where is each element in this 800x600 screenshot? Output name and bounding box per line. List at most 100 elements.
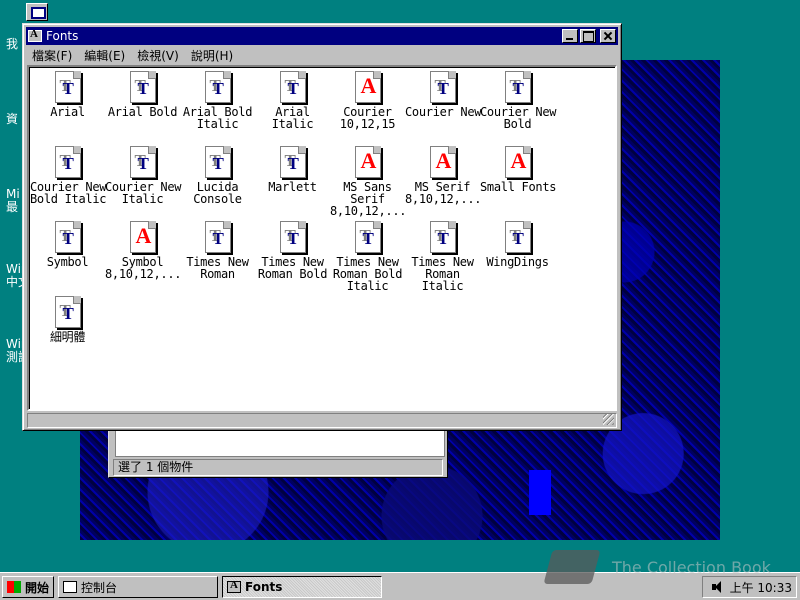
start-label: 開始 bbox=[25, 580, 50, 595]
title-bar[interactable]: Fonts bbox=[26, 27, 618, 45]
menu-bar: 檔案(F) 編輯(E) 檢視(V) 說明(H) bbox=[26, 46, 618, 64]
font-file-item[interactable]: T Times New Roman Italic bbox=[405, 221, 480, 292]
font-glyph: A bbox=[135, 223, 152, 248]
font-file-label: Courier 10,12,15 bbox=[339, 105, 396, 131]
window-title: Fonts bbox=[46, 29, 79, 43]
font-glyph: T bbox=[137, 79, 149, 98]
font-glyph: T bbox=[62, 154, 74, 173]
font-file-label: Courier New Bold Italic bbox=[30, 180, 107, 206]
truetype-font-icon: T bbox=[429, 71, 456, 103]
font-file-item[interactable]: T WingDings bbox=[480, 221, 555, 268]
font-file-item[interactable]: A Courier 10,12,15 bbox=[330, 71, 405, 130]
font-file-item[interactable]: A Symbol 8,10,12,... bbox=[105, 221, 182, 281]
truetype-font-icon: T bbox=[354, 221, 381, 253]
font-glyph: T bbox=[212, 79, 224, 98]
font-file-item[interactable]: T Arial Italic bbox=[255, 71, 330, 130]
resize-grip-icon[interactable] bbox=[603, 414, 614, 425]
truetype-font-icon: T bbox=[129, 71, 156, 103]
font-file-item[interactable]: T Times New Roman bbox=[180, 221, 255, 280]
font-file-label: Lucida Console bbox=[193, 180, 242, 206]
truetype-font-icon: T bbox=[429, 221, 456, 253]
font-glyph: T bbox=[62, 304, 74, 323]
taskbar: 開始 控制台 Fonts 上午 10:33 bbox=[0, 572, 800, 600]
raster-font-icon: A bbox=[354, 146, 381, 178]
speaker-icon[interactable] bbox=[711, 581, 722, 593]
taskbar-button-label: Fonts bbox=[245, 580, 283, 594]
raster-font-icon: A bbox=[429, 146, 456, 178]
font-file-item[interactable]: T Courier New Italic bbox=[105, 146, 182, 206]
truetype-font-icon: T bbox=[504, 71, 531, 103]
menu-file[interactable]: 檔案(F) bbox=[26, 47, 78, 64]
font-file-label: Courier New Italic bbox=[105, 180, 182, 206]
font-file-label: Arial Bold bbox=[107, 105, 178, 119]
font-file-label: Symbol 8,10,12,... bbox=[105, 255, 182, 281]
font-file-label: Courier New Bold bbox=[480, 105, 557, 131]
start-button[interactable]: 開始 bbox=[2, 576, 54, 598]
font-file-item[interactable]: A MS Serif 8,10,12,... bbox=[405, 146, 481, 205]
menu-edit[interactable]: 編輯(E) bbox=[78, 47, 131, 64]
truetype-font-icon: T bbox=[54, 296, 81, 328]
fonts-folder-icon[interactable] bbox=[28, 28, 42, 42]
font-file-item[interactable]: T Times New Roman Bold bbox=[255, 221, 330, 280]
raster-font-icon: A bbox=[129, 221, 156, 253]
truetype-font-icon: T bbox=[54, 71, 81, 103]
font-glyph: T bbox=[287, 79, 299, 98]
desktop-icon[interactable] bbox=[26, 3, 48, 21]
taskbar-button-fonts[interactable]: Fonts bbox=[222, 576, 382, 598]
font-glyph: A bbox=[510, 148, 527, 173]
truetype-font-icon: T bbox=[204, 146, 231, 178]
font-file-item[interactable]: T Courier New Bold Italic bbox=[30, 146, 107, 206]
menu-view[interactable]: 檢視(V) bbox=[131, 47, 185, 64]
control-panel-status: 選了 1 個物件 bbox=[113, 459, 443, 476]
fonts-folder-icon bbox=[227, 579, 241, 593]
truetype-font-icon: T bbox=[54, 221, 81, 253]
clock[interactable]: 上午 10:33 bbox=[730, 579, 792, 596]
system-tray: 上午 10:33 bbox=[702, 576, 797, 598]
font-glyph: T bbox=[212, 154, 224, 173]
truetype-font-icon: T bbox=[129, 146, 156, 178]
font-file-item[interactable]: T Marlett bbox=[255, 146, 330, 193]
font-file-item[interactable]: T Arial Bold Italic bbox=[180, 71, 255, 130]
font-glyph: T bbox=[512, 79, 524, 98]
font-glyph: T bbox=[512, 229, 524, 248]
font-file-item[interactable]: T Arial bbox=[30, 71, 105, 118]
raster-font-icon: A bbox=[504, 146, 531, 178]
truetype-font-icon: T bbox=[204, 221, 231, 253]
font-glyph: T bbox=[287, 154, 299, 173]
font-file-label: Arial Italic bbox=[271, 105, 314, 131]
font-file-label: WingDings bbox=[486, 255, 549, 269]
font-glyph: T bbox=[437, 229, 449, 248]
minimize-button[interactable] bbox=[562, 29, 578, 43]
font-glyph: A bbox=[360, 148, 377, 173]
font-glyph: T bbox=[137, 154, 149, 173]
font-file-label: 細明體 bbox=[49, 330, 86, 344]
font-file-item[interactable]: T Times New Roman Bold Italic bbox=[330, 221, 405, 292]
status-bar bbox=[27, 413, 617, 428]
font-file-item[interactable]: A Small Fonts bbox=[480, 146, 557, 194]
font-file-item[interactable]: T 細明體 bbox=[30, 296, 105, 343]
font-file-label: Arial bbox=[50, 105, 85, 119]
font-glyph: A bbox=[360, 73, 377, 98]
font-glyph: T bbox=[362, 229, 374, 248]
taskbar-button-control-panel[interactable]: 控制台 bbox=[58, 576, 218, 598]
truetype-font-icon: T bbox=[504, 221, 531, 253]
fonts-list[interactable]: T Arial T Arial Bold T Arial Bold Italic T Aria… bbox=[27, 65, 617, 411]
font-file-item[interactable]: A MS Sans Serif 8,10,12,... bbox=[330, 146, 406, 217]
font-glyph: T bbox=[287, 229, 299, 248]
maximize-button[interactable] bbox=[580, 29, 596, 43]
truetype-font-icon: T bbox=[279, 146, 306, 178]
font-file-item[interactable]: T Courier New Bold bbox=[480, 71, 557, 131]
menu-help[interactable]: 說明(H) bbox=[185, 47, 239, 64]
font-file-label: Arial Bold Italic bbox=[182, 105, 253, 131]
font-file-item[interactable]: T Symbol bbox=[30, 221, 105, 268]
font-file-item[interactable]: T Lucida Console bbox=[180, 146, 255, 205]
font-file-item[interactable]: T Courier New bbox=[405, 71, 481, 118]
font-file-item[interactable]: T Arial Bold bbox=[105, 71, 180, 118]
fonts-window[interactable]: Fonts 檔案(F) 編輯(E) 檢視(V) 說明(H) T Arial T Ari… bbox=[22, 23, 622, 431]
font-glyph: T bbox=[212, 229, 224, 248]
font-file-label: Times New Roman Bold Italic bbox=[332, 255, 403, 293]
close-button[interactable] bbox=[600, 29, 616, 43]
font-file-label: Small Fonts bbox=[480, 180, 557, 194]
font-glyph: T bbox=[437, 79, 449, 98]
font-file-label: Times New Roman Bold bbox=[257, 255, 328, 281]
